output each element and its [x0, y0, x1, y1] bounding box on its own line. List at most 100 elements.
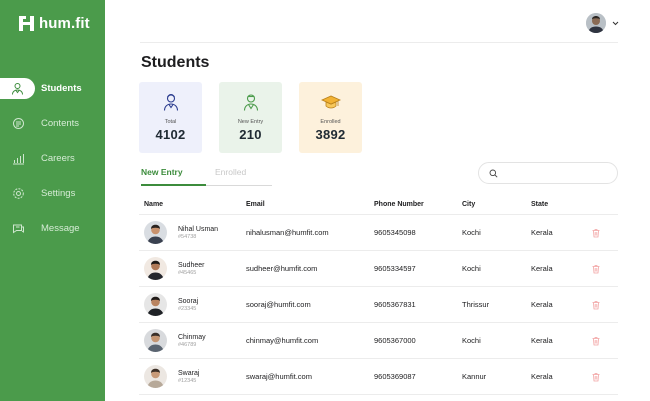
state-cell: Kerala: [531, 264, 553, 273]
city-cell: Thrissur: [462, 300, 490, 309]
student-id: #12345: [178, 377, 197, 384]
name-cell: Nihal Usman #54738: [139, 221, 246, 244]
stat-label: Total: [164, 119, 177, 125]
header-divider: [140, 42, 618, 43]
stat-label: Enrolled: [320, 119, 341, 125]
sidebar: hum.fit Students Contents Careers Settin…: [0, 0, 105, 401]
sidebar-item-settings[interactable]: Settings: [0, 183, 105, 204]
state-cell: Kerala: [531, 336, 553, 345]
email-cell: chinmay@humfit.com: [246, 336, 319, 345]
stat-value: 4102: [155, 127, 186, 142]
careers-chart-icon: [11, 152, 25, 166]
student-id: #45465: [178, 269, 197, 276]
email-cell: sooraj@humfit.com: [246, 300, 311, 309]
contents-icon: [11, 117, 25, 131]
student-icon: [11, 82, 24, 96]
page-title: Students: [141, 54, 210, 71]
table-header: Name Email Phone Number City State: [139, 194, 618, 215]
table-row[interactable]: Sudheer #45465 sudheer@humfit.com 960533…: [139, 251, 618, 287]
sidebar-item-label: Students: [41, 83, 82, 94]
actions-cell: [591, 372, 618, 382]
name-cell: Sooraj #23345: [139, 293, 246, 316]
trash-icon[interactable]: [591, 372, 601, 382]
column-header-name: Name: [144, 200, 164, 208]
stat-value: 210: [239, 127, 262, 142]
actions-cell: [591, 336, 618, 346]
name-cell: Chinmay #46789: [139, 329, 246, 352]
trash-icon[interactable]: [591, 228, 601, 238]
tab-enrolled[interactable]: Enrolled: [215, 167, 246, 177]
tab-active-indicator: [141, 184, 206, 186]
chevron-down-icon[interactable]: [612, 21, 619, 26]
name-cell: Sudheer #45465: [139, 257, 246, 280]
trash-icon[interactable]: [591, 300, 601, 310]
student-id: #23345: [178, 305, 197, 312]
phone-cell: 9605367831: [374, 300, 416, 309]
user-avatar[interactable]: [586, 13, 606, 33]
stat-value: 3892: [315, 127, 346, 142]
email-cell: nihalusman@humfit.com: [246, 228, 329, 237]
avatar: [144, 221, 167, 244]
city-cell: Kochi: [462, 336, 481, 345]
trash-icon[interactable]: [591, 264, 601, 274]
state-cell: Kerala: [531, 228, 553, 237]
student-name: Sooraj: [178, 297, 199, 305]
sidebar-item-students[interactable]: Students: [0, 78, 82, 99]
table-row[interactable]: Nihal Usman #54738 nihalusman@humfit.com…: [139, 215, 618, 251]
column-header-email: Email: [246, 200, 265, 208]
user-menu[interactable]: [586, 13, 619, 33]
search-icon: [489, 169, 498, 178]
brand-logo[interactable]: hum.fit: [18, 15, 90, 32]
search-box[interactable]: [478, 162, 618, 184]
column-header-phone: Phone Number: [374, 200, 424, 208]
sidebar-item-label: Settings: [41, 188, 76, 199]
city-cell: Kannur: [462, 372, 487, 381]
stat-label: New Entry: [237, 119, 264, 125]
sidebar-item-contents[interactable]: Contents: [0, 113, 105, 134]
stat-card-total: Total 4102: [139, 82, 202, 153]
city-cell: Kochi: [462, 228, 481, 237]
column-header-city: City: [462, 200, 476, 208]
phone-cell: 9605345098: [374, 228, 416, 237]
stat-card-new-entry: New Entry 210: [219, 82, 282, 153]
trash-icon[interactable]: [591, 336, 601, 346]
student-name: Chinmay: [178, 333, 206, 341]
sidebar-item-label: Message: [41, 223, 80, 234]
sidebar-nav: Students Contents Careers Settings Messa…: [0, 78, 105, 253]
table-row[interactable]: Sooraj #23345 sooraj@humfit.com 96053678…: [139, 287, 618, 323]
search-input[interactable]: [503, 168, 613, 178]
gear-icon: [11, 187, 25, 201]
student-name: Sudheer: [178, 261, 205, 269]
stat-card-enrolled: Enrolled 3892: [299, 82, 362, 153]
city-cell: Kochi: [462, 264, 481, 273]
stats-cards: Total 4102 New Entry 210 Enrolled 3892: [139, 82, 362, 153]
avatar: [144, 329, 167, 352]
student-id: #54738: [178, 233, 197, 240]
tabs: New Entry Enrolled: [141, 165, 272, 186]
phone-cell: 9605367000: [374, 336, 416, 345]
hum-logo-icon: [19, 16, 34, 31]
email-cell: sudheer@humfit.com: [246, 264, 318, 273]
table-row[interactable]: Chinmay #46789 chinmay@humfit.com 960536…: [139, 323, 618, 359]
sidebar-item-careers[interactable]: Careers: [0, 148, 105, 169]
avatar: [144, 257, 167, 280]
name-cell: Swaraj #12345: [139, 365, 246, 388]
student-name: Nihal Usman: [178, 225, 219, 233]
table-row[interactable]: Swaraj #12345 swaraj@humfit.com 96053690…: [139, 359, 618, 395]
column-header-state: State: [531, 200, 549, 208]
actions-cell: [591, 300, 618, 310]
actions-cell: [591, 264, 618, 274]
actions-cell: [591, 228, 618, 238]
student-name: Swaraj: [178, 369, 200, 377]
student-id: #46789: [178, 341, 197, 348]
sidebar-item-message[interactable]: Message: [0, 218, 105, 239]
user-icon: [163, 93, 178, 111]
brand-name: hum.fit: [39, 15, 90, 32]
sidebar-item-label: Contents: [41, 118, 80, 129]
avatar: [144, 293, 167, 316]
graduation-cap-icon: [320, 95, 341, 109]
email-cell: swaraj@humfit.com: [246, 372, 312, 381]
tab-new-entry[interactable]: New Entry: [141, 167, 183, 177]
students-table: Name Email Phone Number City State Nihal…: [139, 194, 618, 395]
avatar: [144, 365, 167, 388]
